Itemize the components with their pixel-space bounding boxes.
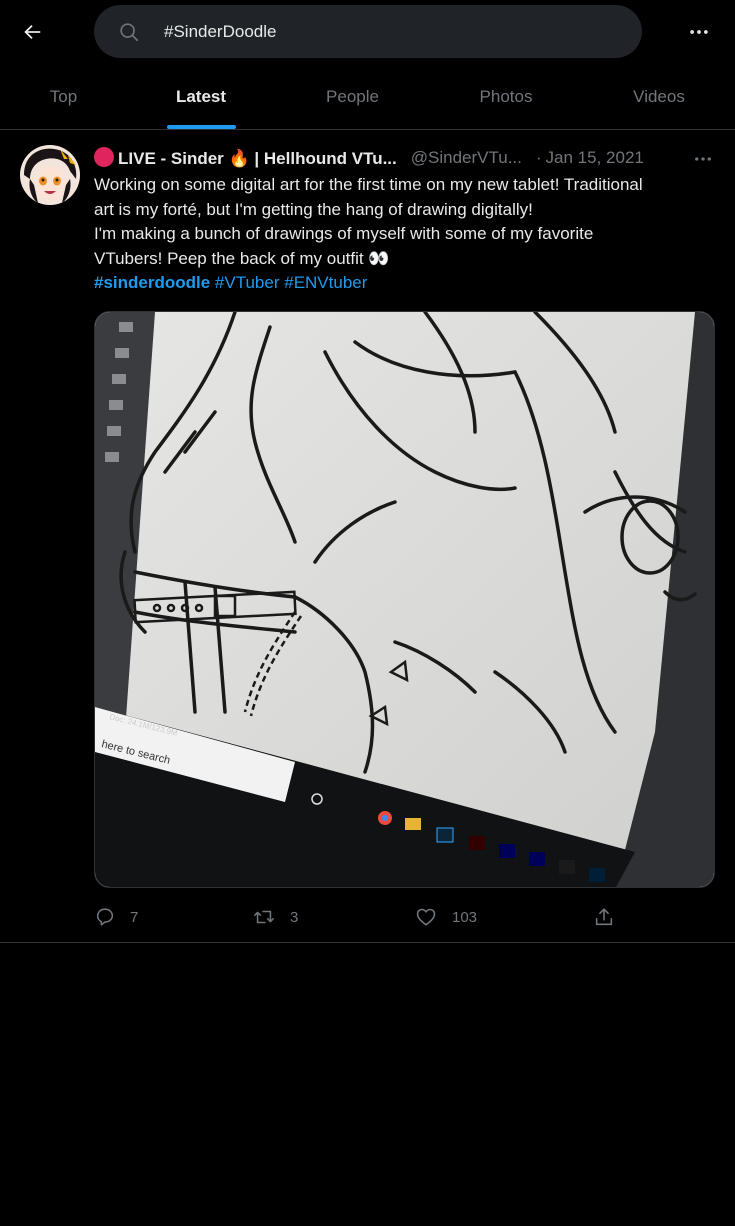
share-icon bbox=[595, 908, 613, 926]
search-input[interactable] bbox=[164, 5, 624, 58]
tweet-date[interactable]: Jan 15, 2021 bbox=[546, 148, 644, 168]
separator-dot: · bbox=[535, 148, 542, 167]
tab-people[interactable]: People bbox=[290, 64, 415, 129]
retweet-button[interactable]: 3 bbox=[252, 902, 298, 932]
avatar-image bbox=[20, 145, 80, 205]
tab-photos[interactable]: Photos bbox=[443, 64, 569, 129]
tablet-drawing-image: here to search Doc: 24.1M/123.9M bbox=[95, 312, 714, 887]
tweet-text-line: I'm making a bunch of drawings of myself… bbox=[94, 224, 594, 243]
hashtag-sinderdoodle[interactable]: #sinderdoodle bbox=[94, 273, 210, 292]
display-name[interactable]: LIVE - Sinder 🔥 | Hellhound VTu... bbox=[94, 147, 397, 169]
share-button[interactable] bbox=[593, 902, 629, 932]
display-name-suffix: | Hellhound VTu... bbox=[249, 149, 397, 168]
tab-top[interactable]: Top bbox=[0, 64, 127, 129]
tweet-media-photo[interactable]: here to search Doc: 24.1M/123.9M bbox=[94, 311, 715, 888]
ellipsis-icon bbox=[690, 30, 708, 34]
search-icon bbox=[120, 23, 139, 42]
tweet[interactable]: LIVE - Sinder 🔥 | Hellhound VTu... @Sind… bbox=[0, 130, 735, 943]
top-bar bbox=[0, 0, 735, 64]
hashtag-line: #sinderdoodle #VTuber #ENVtuber bbox=[94, 271, 714, 296]
tweet-more-button[interactable] bbox=[688, 144, 718, 174]
search-box[interactable] bbox=[94, 5, 642, 58]
arrow-left-icon bbox=[24, 24, 41, 40]
more-options-button[interactable] bbox=[681, 14, 717, 50]
user-handle[interactable]: @SinderVTu... bbox=[411, 148, 522, 168]
reply-button[interactable]: 7 bbox=[94, 902, 138, 932]
heart-icon bbox=[416, 908, 436, 926]
tweet-text: Working on some digital art for the firs… bbox=[94, 173, 714, 296]
active-tab-indicator bbox=[167, 125, 236, 129]
like-button[interactable]: 103 bbox=[414, 902, 477, 932]
like-count: 103 bbox=[452, 908, 478, 926]
reply-count: 7 bbox=[130, 908, 139, 926]
avatar[interactable] bbox=[20, 145, 80, 205]
fire-emoji-icon: 🔥 bbox=[228, 149, 250, 168]
back-button[interactable] bbox=[14, 14, 50, 50]
search-tabs: Top Latest People Photos Videos bbox=[0, 64, 735, 130]
tab-latest[interactable]: Latest bbox=[137, 64, 265, 129]
tab-videos[interactable]: Videos bbox=[595, 64, 723, 129]
tweet-actions: 7 3 103 bbox=[94, 902, 715, 932]
tweet-header: LIVE - Sinder 🔥 | Hellhound VTu... @Sind… bbox=[94, 146, 694, 170]
display-name-text: LIVE - Sinder bbox=[118, 149, 229, 168]
ellipsis-icon bbox=[695, 157, 711, 161]
hashtag-envtuber[interactable]: #ENVtuber bbox=[284, 273, 367, 292]
live-dot-icon bbox=[94, 147, 114, 167]
tweet-text-line: VTubers! Peep the back of my outfit 👀 bbox=[94, 248, 390, 268]
retweet-count: 3 bbox=[290, 908, 299, 926]
tweet-text-line: art is my forté, but I'm getting the han… bbox=[94, 199, 533, 219]
retweet-icon bbox=[254, 910, 274, 924]
hashtag-vtuber[interactable]: #VTuber bbox=[215, 273, 280, 292]
reply-icon bbox=[96, 908, 114, 926]
tweet-text-line: Working on some digital art for the firs… bbox=[94, 175, 643, 194]
